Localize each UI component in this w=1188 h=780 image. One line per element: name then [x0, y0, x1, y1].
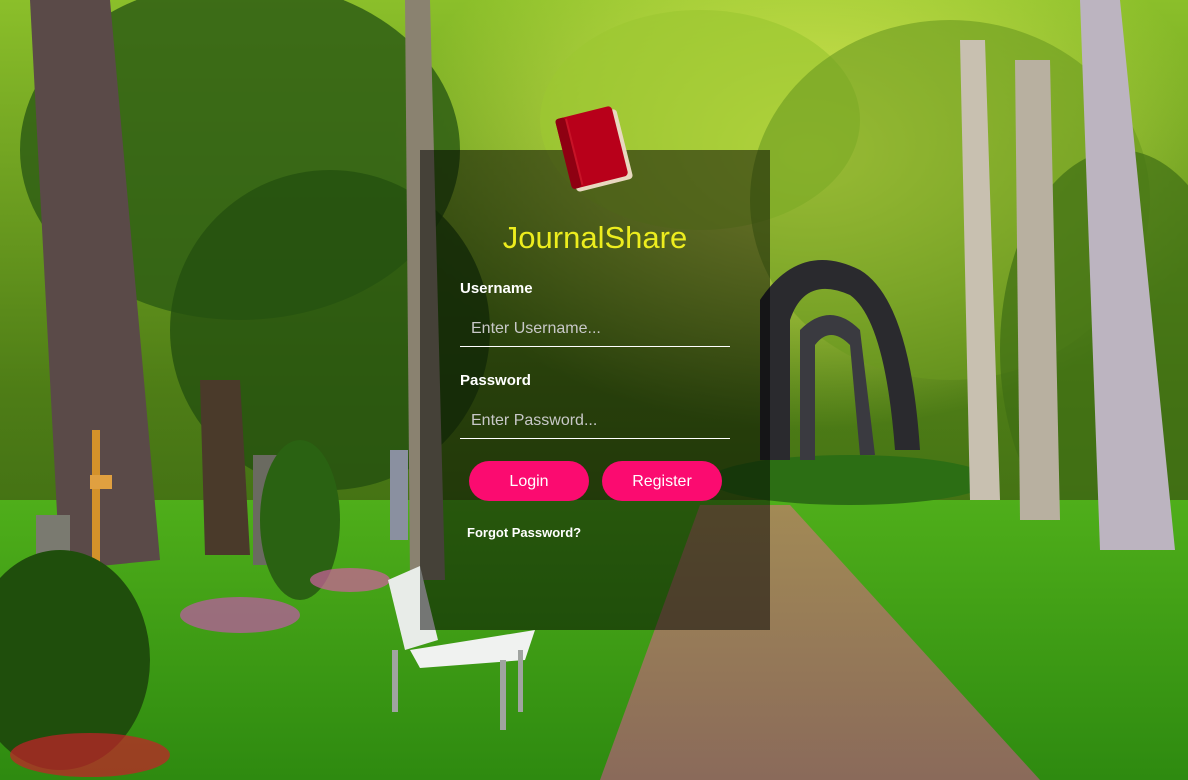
username-label: Username — [460, 280, 533, 297]
book-icon — [555, 106, 633, 192]
register-button[interactable]: Register — [602, 461, 722, 501]
forgot-password-link[interactable]: Forgot Password? — [467, 525, 581, 540]
username-input[interactable] — [460, 311, 730, 347]
password-label: Password — [460, 372, 531, 389]
login-button[interactable]: Login — [469, 461, 589, 501]
app-title: JournalShare — [502, 220, 688, 255]
password-input[interactable] — [460, 403, 730, 439]
